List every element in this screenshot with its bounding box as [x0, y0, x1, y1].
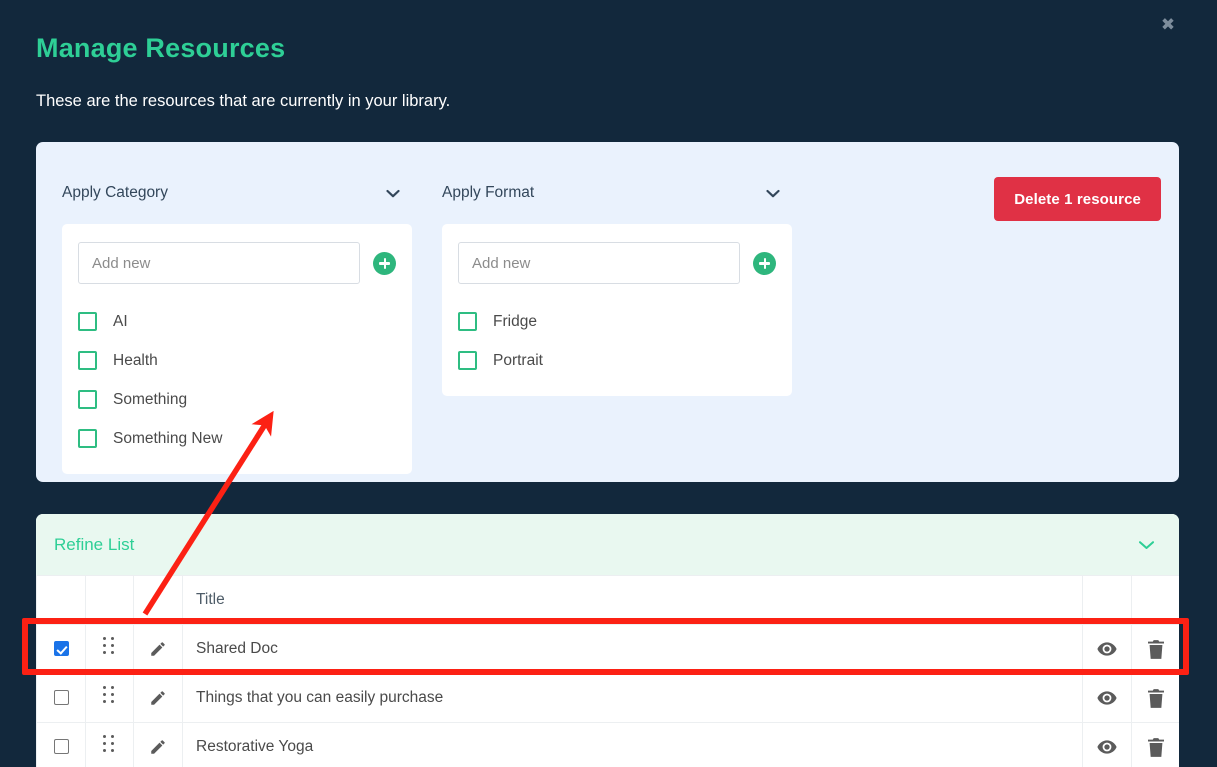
- row-checkbox[interactable]: [53, 690, 69, 706]
- category-option-something[interactable]: Something: [78, 380, 396, 419]
- row-view-cell[interactable]: [1082, 624, 1132, 674]
- column-header-view: [1082, 575, 1132, 625]
- filter-group-category-card: AI Health Something Something New: [62, 224, 412, 474]
- row-select-cell[interactable]: [36, 722, 86, 767]
- refine-list-bar[interactable]: Refine List: [36, 514, 1179, 575]
- category-option-ai[interactable]: AI: [78, 302, 396, 341]
- filter-group-format-header[interactable]: Apply Format: [442, 178, 792, 208]
- page-subtitle: These are the resources that are current…: [36, 92, 451, 110]
- filter-group-format-card: Fridge Portrait: [442, 224, 792, 396]
- row-title: Shared Doc: [182, 624, 1083, 674]
- drag-handle-icon[interactable]: [103, 735, 116, 754]
- add-format-row: [458, 242, 776, 284]
- category-option-label: Something New: [113, 429, 223, 447]
- table-header-row: Title: [36, 575, 1179, 625]
- trash-icon[interactable]: [1147, 737, 1164, 757]
- plus-circle-icon[interactable]: [373, 251, 396, 275]
- close-icon[interactable]: ✖: [1157, 14, 1179, 36]
- eye-icon[interactable]: [1097, 691, 1117, 705]
- filter-group-category: Apply Category AI Health: [62, 178, 412, 474]
- drag-handle-icon[interactable]: [103, 686, 116, 705]
- chevron-down-icon[interactable]: [1138, 540, 1155, 550]
- filter-group-category-label: Apply Category: [62, 184, 168, 201]
- row-edit-cell[interactable]: [133, 673, 183, 723]
- row-checkbox[interactable]: [53, 739, 69, 755]
- category-option-label: Something: [113, 390, 188, 408]
- row-view-cell[interactable]: [1082, 673, 1132, 723]
- format-option-label: Fridge: [493, 312, 537, 330]
- row-select-cell[interactable]: [36, 673, 86, 723]
- filter-group-format-label: Apply Format: [442, 184, 535, 201]
- checkbox-icon[interactable]: [78, 351, 97, 370]
- category-option-something-new[interactable]: Something New: [78, 419, 396, 458]
- row-edit-cell[interactable]: [133, 722, 183, 767]
- row-select-cell[interactable]: [36, 624, 86, 674]
- pencil-icon[interactable]: [149, 689, 167, 707]
- modal-header: Manage Resources These are the resources…: [0, 0, 1217, 112]
- column-header-title: Title: [182, 575, 1083, 625]
- table-body: Shared Doc Things that you can easily pu…: [36, 624, 1179, 767]
- row-edit-cell[interactable]: [133, 624, 183, 674]
- resource-list-section: Refine List Title Shared Doc Things that…: [36, 514, 1179, 767]
- checkbox-icon[interactable]: [78, 429, 97, 448]
- column-header-edit: [133, 575, 183, 625]
- plus-circle-icon[interactable]: [753, 251, 776, 275]
- trash-icon[interactable]: [1147, 639, 1164, 659]
- eye-icon[interactable]: [1097, 642, 1117, 656]
- category-option-label: Health: [113, 351, 158, 369]
- add-category-row: [78, 242, 396, 284]
- chevron-down-icon[interactable]: [766, 189, 780, 198]
- column-header-select: [36, 575, 86, 625]
- trash-icon[interactable]: [1147, 688, 1164, 708]
- row-delete-cell[interactable]: [1131, 624, 1179, 674]
- row-title: Restorative Yoga: [182, 722, 1083, 767]
- category-option-health[interactable]: Health: [78, 341, 396, 380]
- row-drag-cell[interactable]: [85, 722, 134, 767]
- table-row[interactable]: Restorative Yoga: [36, 722, 1179, 767]
- format-option-label: Portrait: [493, 351, 543, 369]
- checkbox-icon[interactable]: [78, 390, 97, 409]
- category-option-label: AI: [113, 312, 128, 330]
- checkbox-icon[interactable]: [78, 312, 97, 331]
- checkbox-icon[interactable]: [458, 312, 477, 331]
- format-option-list: Fridge Portrait: [458, 302, 776, 380]
- table-row[interactable]: Things that you can easily purchase: [36, 673, 1179, 723]
- resource-table: Title Shared Doc Things that you can eas…: [36, 575, 1179, 767]
- pencil-icon[interactable]: [149, 738, 167, 756]
- category-option-list: AI Health Something Something New: [78, 302, 396, 458]
- checkbox-icon[interactable]: [458, 351, 477, 370]
- filter-group-category-header[interactable]: Apply Category: [62, 178, 412, 208]
- column-header-drag: [85, 575, 134, 625]
- table-row[interactable]: Shared Doc: [36, 624, 1179, 674]
- page-title: Manage Resources: [36, 33, 286, 63]
- add-format-input[interactable]: [458, 242, 740, 284]
- filter-panel: Apply Category AI Health: [36, 142, 1179, 482]
- add-category-input[interactable]: [78, 242, 360, 284]
- eye-icon[interactable]: [1097, 740, 1117, 754]
- format-option-fridge[interactable]: Fridge: [458, 302, 776, 341]
- pencil-icon[interactable]: [149, 640, 167, 658]
- row-delete-cell[interactable]: [1131, 722, 1179, 767]
- column-header-delete: [1131, 575, 1179, 625]
- row-drag-cell[interactable]: [85, 624, 134, 674]
- format-option-portrait[interactable]: Portrait: [458, 341, 776, 380]
- refine-list-label: Refine List: [54, 534, 135, 554]
- row-checkbox[interactable]: [53, 641, 69, 657]
- row-delete-cell[interactable]: [1131, 673, 1179, 723]
- chevron-down-icon[interactable]: [386, 189, 400, 198]
- drag-handle-icon[interactable]: [103, 637, 116, 656]
- filter-group-format: Apply Format Fridge Portrait: [442, 178, 792, 396]
- row-drag-cell[interactable]: [85, 673, 134, 723]
- delete-resource-button[interactable]: Delete 1 resource: [994, 177, 1161, 221]
- row-view-cell[interactable]: [1082, 722, 1132, 767]
- row-title: Things that you can easily purchase: [182, 673, 1083, 723]
